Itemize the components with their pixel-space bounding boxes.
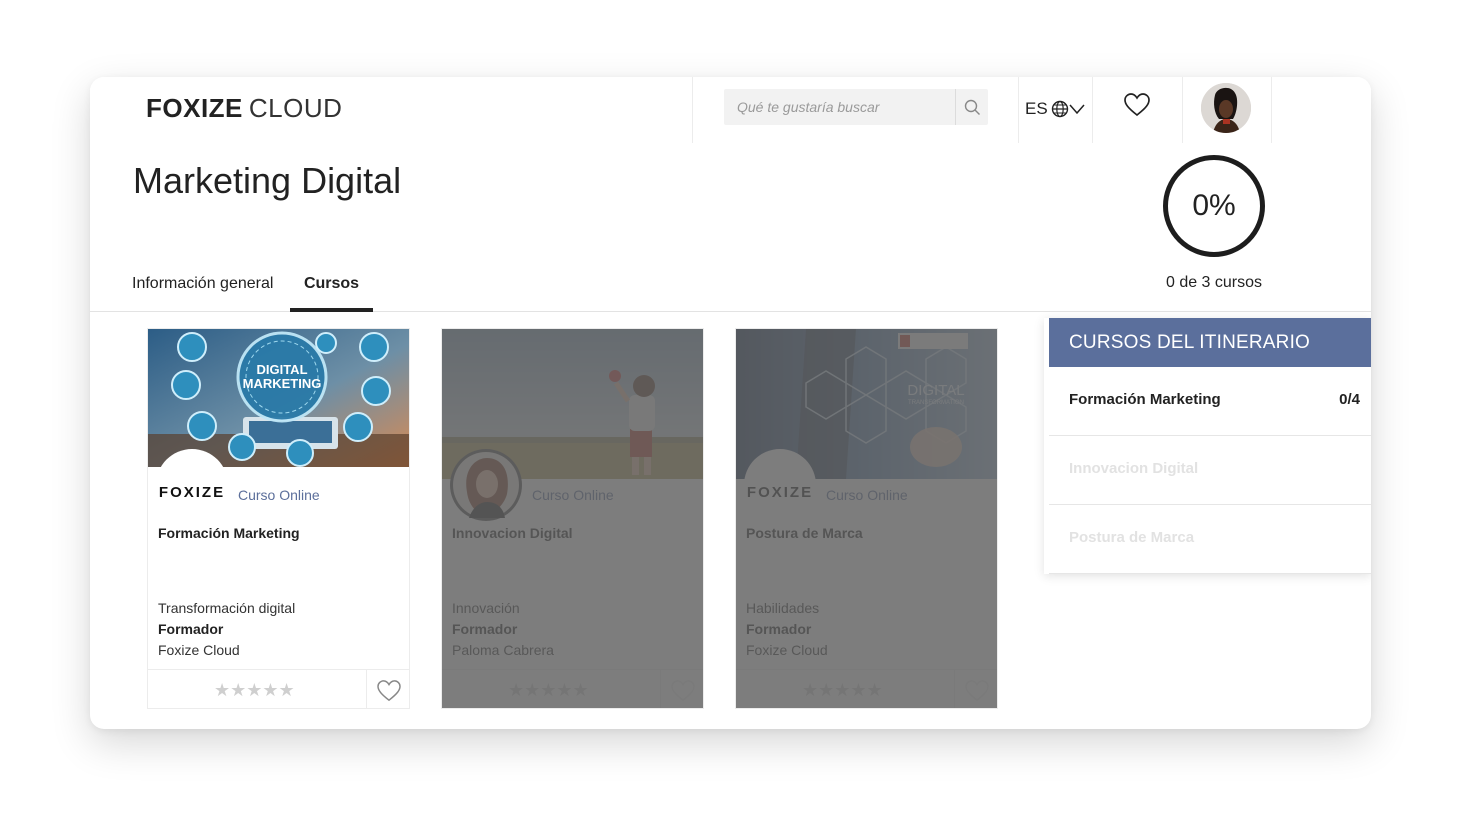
itinerary-item-count: 0/4 [1339,391,1360,408]
app-window: FOXIZECLOUD ES [90,77,1371,729]
trainer-photo-image [453,452,519,518]
image-caption: DIGITAL [907,382,964,399]
chevron-down-icon [1069,104,1085,115]
itinerary-item-name: Innovacion Digital [1069,460,1199,477]
search-button[interactable] [955,89,988,125]
trainer-name: Foxize Cloud [746,642,828,658]
language-selector[interactable]: ES [1025,99,1085,119]
tab-cursos[interactable]: Cursos [290,275,373,312]
favorite-button[interactable] [954,670,997,708]
language-code: ES [1025,99,1048,118]
itinerary-item[interactable]: Innovacion Digital [1049,436,1371,505]
course-category: Habilidades [746,600,820,616]
star-rating[interactable]: ★★★★★ [802,680,883,701]
favorite-button[interactable] [366,670,409,708]
header-divider [692,77,693,143]
progress-caption: 0 de 3 cursos [1165,274,1263,291]
avatar-image [1201,83,1251,133]
star-rating[interactable]: ★★★★★ [214,680,295,701]
card-footer: ★★★★★ [148,669,409,708]
image-caption: TRANSFORMATION [908,400,964,406]
heart-icon [671,679,695,701]
trainer-label: Formador [746,621,812,637]
search-icon [964,99,980,115]
header-divider [1182,77,1183,143]
itinerary-panel: CURSOS DEL ITINERARIO Formación Marketin… [1044,318,1371,574]
itinerary-panel-title: CURSOS DEL ITINERARIO [1049,318,1371,367]
itinerary-item[interactable]: Postura de Marca [1049,505,1371,574]
provider-logo: FOXIZE [744,449,816,521]
course-category: Transformación digital [158,600,296,616]
search-box [724,89,988,125]
card-footer: ★★★★★ [442,669,703,708]
heart-icon [377,679,401,701]
globe-icon [1051,100,1068,118]
image-caption: DIGITAL [256,362,307,377]
progress-ring: 0% [1163,155,1265,257]
star-rating[interactable]: ★★★★★ [508,680,589,701]
trainer-label: Formador [158,621,224,637]
brand-name-bold: FOXIZE [146,93,243,123]
brand-logo[interactable]: FOXIZE CLOUD [146,93,342,124]
header-divider [1018,77,1019,143]
provider-logo-text: FOXIZE [746,483,814,501]
itinerary-item[interactable]: Formación Marketing 0/4 [1049,367,1371,436]
heart-icon [1124,93,1150,117]
course-image: DIGITAL MARKETING [148,329,409,467]
course-card[interactable]: DIGITAL MARKETING FOXIZE Curso Online Fo… [147,328,410,709]
favorite-button[interactable] [660,670,703,708]
itinerary-item-name: Postura de Marca [1069,529,1195,546]
trainer-label: Formador [452,621,518,637]
header-divider [1271,77,1272,143]
provider-logo-text: FOXIZE [158,483,226,501]
brand-name-light: CLOUD [248,93,343,123]
header-divider [1092,77,1093,143]
trainer-photo [450,449,522,521]
course-type: Curso Online [532,487,614,503]
course-category: Innovación [452,600,520,616]
card-footer: ★★★★★ [736,669,997,708]
course-type: Curso Online [238,487,320,503]
course-card[interactable]: DIGITAL TRANSFORMATION FOXIZE Curso Onli… [735,328,998,709]
itinerary-item-name: Formación Marketing [1069,391,1221,408]
course-title[interactable]: Innovacion Digital [452,525,573,541]
heart-icon [965,679,989,701]
provider-logo: FOXIZE [156,449,228,521]
course-type: Curso Online [826,487,908,503]
favorites-button[interactable] [1124,93,1150,122]
trainer-name: Paloma Cabrera [452,642,554,658]
course-card[interactable]: Curso Online Innovacion Digital Innovaci… [441,328,704,709]
tab-informacion-general[interactable]: Información general [132,275,273,293]
top-header: FOXIZECLOUD ES [90,77,1371,143]
trainer-name: Foxize Cloud [158,642,240,658]
page-title: Marketing Digital [133,160,402,201]
progress-percent: 0% [1192,189,1236,222]
course-title[interactable]: Formación Marketing [158,525,300,541]
image-caption: MARKETING [243,376,322,391]
user-avatar[interactable] [1201,83,1251,133]
search-input[interactable] [724,89,954,125]
course-title[interactable]: Postura de Marca [746,525,863,541]
